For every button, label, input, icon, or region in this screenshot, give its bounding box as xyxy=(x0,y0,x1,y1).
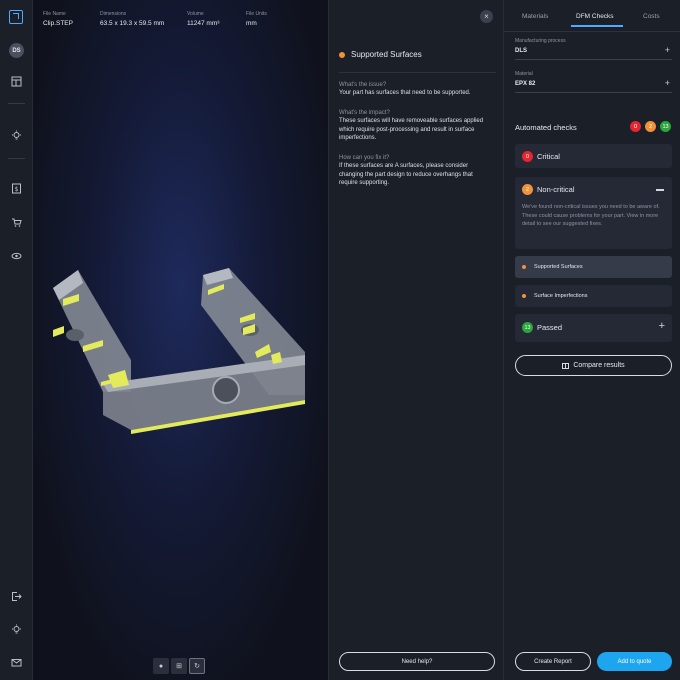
passed-count-badge: 13 xyxy=(660,121,671,132)
process-label: Manufacturing process xyxy=(515,38,566,44)
impact-question: What's the impact? xyxy=(339,110,390,116)
issue-item-label: Surface Imperfections xyxy=(534,293,588,299)
left-hole xyxy=(66,329,84,341)
tab-costs[interactable]: Costs xyxy=(643,13,660,20)
base-hole xyxy=(212,376,240,404)
logout-icon[interactable] xyxy=(8,588,25,605)
dollar-icon[interactable]: $ xyxy=(8,180,25,197)
issue-item-label: Supported Surfaces xyxy=(534,264,583,270)
shading-icon[interactable]: ● xyxy=(153,658,169,674)
avatar[interactable]: DS xyxy=(9,43,24,58)
issue-item-supported-surfaces[interactable]: Supported Surfaces xyxy=(515,256,672,278)
issue-item-surface-imperfections[interactable]: Surface Imperfections xyxy=(515,285,672,307)
warning-dot-icon xyxy=(522,294,526,298)
compare-icon xyxy=(562,362,570,369)
need-help-button[interactable]: Need help? xyxy=(339,652,495,671)
critical-badge: 0 xyxy=(522,151,533,162)
material-label: Material xyxy=(515,71,533,77)
left-rail: DS $ xyxy=(0,0,33,680)
model-viewer[interactable]: File Name Clip.STEP Dimensions 63.5 x 19… xyxy=(33,0,328,680)
process-field[interactable]: Manufacturing process DLS + xyxy=(515,38,672,60)
eye-cloud-icon[interactable] xyxy=(8,247,25,264)
warning-dot-icon xyxy=(339,51,345,58)
compare-results-button[interactable]: Compare results xyxy=(515,355,672,376)
mail-icon[interactable] xyxy=(8,654,25,671)
add-to-quote-button[interactable]: Add to quote xyxy=(597,652,672,671)
logo-icon[interactable] xyxy=(9,10,23,24)
noncritical-description: We've found non-critical issues you need… xyxy=(522,204,660,227)
reset-view-icon[interactable]: ↻ xyxy=(189,658,205,674)
compare-results-label: Compare results xyxy=(573,362,625,369)
issue-answer: Your part has surfaces that need to be s… xyxy=(339,90,471,96)
issue-header: Supported Surfaces xyxy=(339,50,496,73)
warning-dot-icon xyxy=(522,265,526,269)
lightbulb-icon[interactable] xyxy=(8,621,25,638)
passed-badge: 13 xyxy=(522,322,533,333)
material-value: EPX 82 xyxy=(515,81,536,87)
fix-answer: If these surfaces are A surfaces, please… xyxy=(339,163,473,187)
process-value: DLS xyxy=(515,48,527,54)
critical-label: Critical xyxy=(537,152,560,161)
part-model[interactable] xyxy=(33,0,328,680)
noncritical-badge: 2 xyxy=(522,184,533,195)
issue-question: What's the issue? xyxy=(339,82,387,88)
active-tab-indicator xyxy=(571,25,623,27)
tab-bar: Materials DFM Checks Costs xyxy=(504,0,680,32)
lightbulb-icon[interactable] xyxy=(8,127,25,144)
divider xyxy=(8,103,25,104)
create-report-button[interactable]: Create Report xyxy=(515,652,591,671)
layout-icon[interactable] xyxy=(8,73,25,90)
svg-text:$: $ xyxy=(15,186,19,193)
tab-materials[interactable]: Materials xyxy=(522,13,548,20)
impact-answer: These surfaces will have removeable surf… xyxy=(339,118,484,142)
automated-checks-title: Automated checks xyxy=(515,123,577,132)
cart-icon[interactable] xyxy=(8,214,25,231)
plus-icon[interactable]: + xyxy=(665,78,670,88)
fix-question: How can you fix it? xyxy=(339,155,390,161)
tab-dfm-checks[interactable]: DFM Checks xyxy=(576,13,614,20)
issue-panel: × Supported Surfaces What's the issue? Y… xyxy=(328,0,503,680)
passed-label: Passed xyxy=(537,323,563,332)
critical-section[interactable]: 0 Critical xyxy=(515,144,672,168)
critical-count-badge: 0 xyxy=(630,121,641,132)
noncritical-section[interactable]: 2 Non-critical We've found non-critical … xyxy=(515,177,672,249)
viewer-toolbar: ● ⊞ ↻ xyxy=(153,658,205,674)
checks-panel: Materials DFM Checks Costs Manufacturing… xyxy=(503,0,680,680)
grid-icon[interactable]: ⊞ xyxy=(171,658,187,674)
close-icon[interactable]: × xyxy=(480,10,493,23)
expand-icon[interactable]: + xyxy=(659,320,665,332)
divider xyxy=(8,158,25,159)
noncritical-label: Non-critical xyxy=(537,185,575,194)
passed-section[interactable]: 13 Passed + xyxy=(515,314,672,342)
material-field[interactable]: Material EPX 82 + xyxy=(515,71,672,93)
plus-icon[interactable]: + xyxy=(665,45,670,55)
collapse-icon[interactable] xyxy=(656,189,664,191)
issue-title: Supported Surfaces xyxy=(351,50,422,59)
noncritical-count-badge: 2 xyxy=(645,121,656,132)
